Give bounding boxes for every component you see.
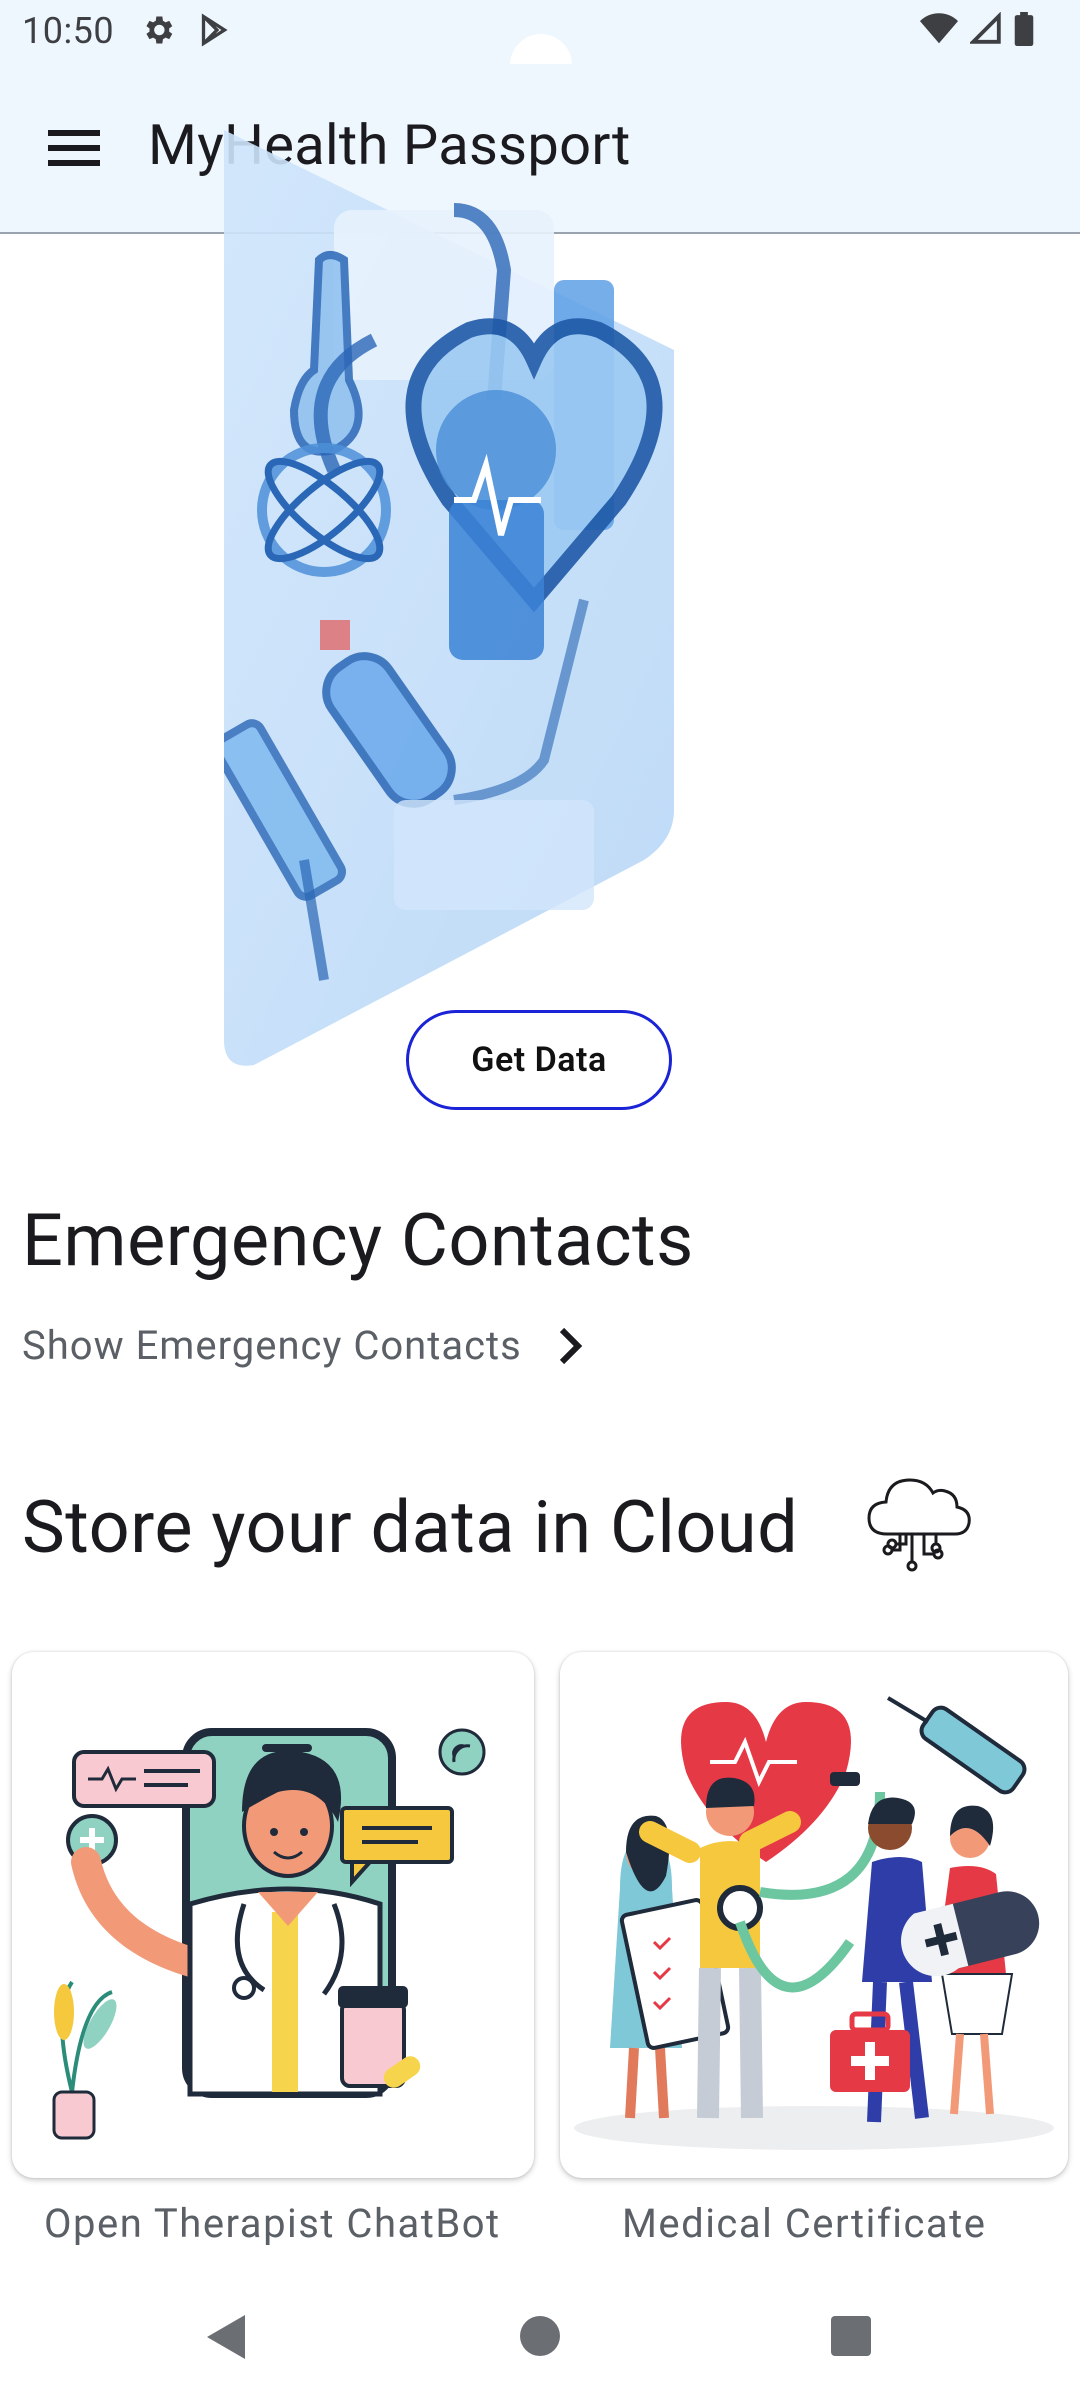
medical-hero-illustration [224, 130, 674, 1066]
battery-icon [1014, 12, 1034, 46]
store-data-cloud-title: Store your data in Cloud [22, 1485, 799, 1570]
therapist-chatbot-label: Open Therapist ChatBot [44, 2200, 501, 2247]
get-data-button[interactable]: Get Data [406, 1010, 672, 1110]
medical-certificate-label: Medical Certificate [622, 2200, 987, 2247]
status-bar: 10:50 [0, 0, 1080, 96]
show-emergency-contacts-label: Show Emergency Contacts [22, 1322, 522, 1369]
home-icon[interactable] [520, 2316, 560, 2356]
show-emergency-contacts-link[interactable]: Show Emergency Contacts [22, 1322, 584, 1369]
doctor-phone-illustration [52, 1728, 486, 2140]
therapist-chatbot-card[interactable] [12, 1652, 534, 2178]
medical-team-illustration [574, 1696, 1054, 2150]
status-time: 10:50 [22, 10, 115, 52]
recents-icon[interactable] [831, 2316, 871, 2356]
system-navigation-bar [0, 2290, 1080, 2400]
signal-icon [970, 12, 1001, 44]
menu-icon[interactable] [48, 126, 100, 170]
wifi-icon [920, 13, 958, 44]
medical-certificate-card[interactable] [560, 1652, 1068, 2178]
play-store-icon [201, 13, 228, 47]
emergency-contacts-title: Emergency Contacts [22, 1198, 694, 1283]
settings-icon [146, 16, 173, 44]
back-icon[interactable] [205, 2313, 247, 2361]
chevron-right-icon [559, 1327, 583, 1364]
cloud-network-icon [867, 1478, 971, 1572]
